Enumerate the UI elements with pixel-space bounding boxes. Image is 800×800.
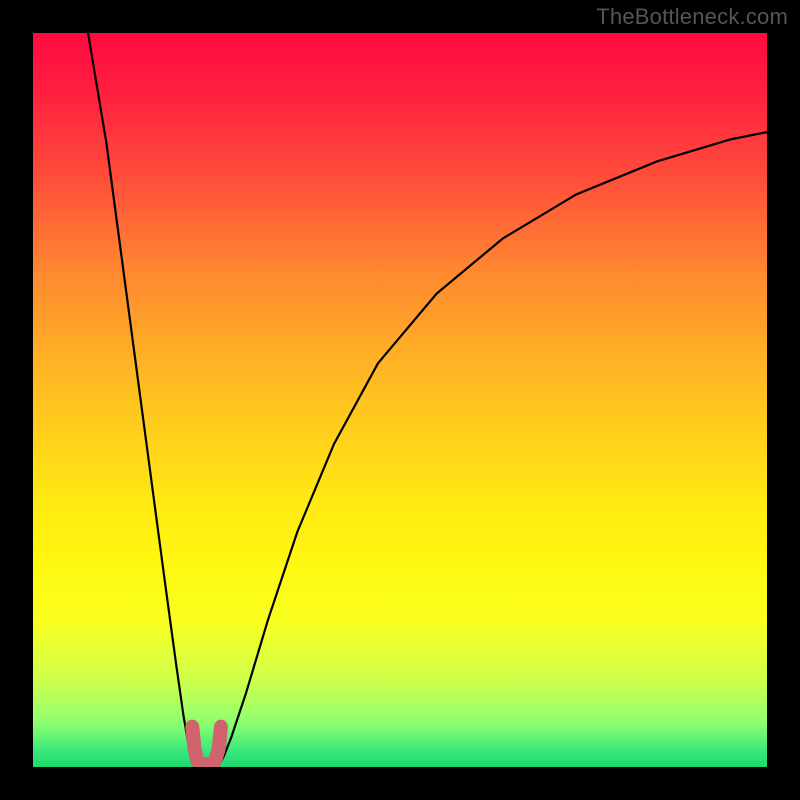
curve-left	[88, 33, 197, 763]
curve-right	[220, 132, 767, 763]
watermark-text: TheBottleneck.com	[596, 4, 788, 30]
plot-area	[33, 33, 767, 767]
chart-frame: TheBottleneck.com	[0, 0, 800, 800]
sweet-spot-group	[192, 727, 221, 764]
sweet-spot	[192, 727, 221, 764]
chart-svg	[33, 33, 767, 767]
curve-left-group	[88, 33, 197, 763]
curve-right-group	[220, 132, 767, 763]
